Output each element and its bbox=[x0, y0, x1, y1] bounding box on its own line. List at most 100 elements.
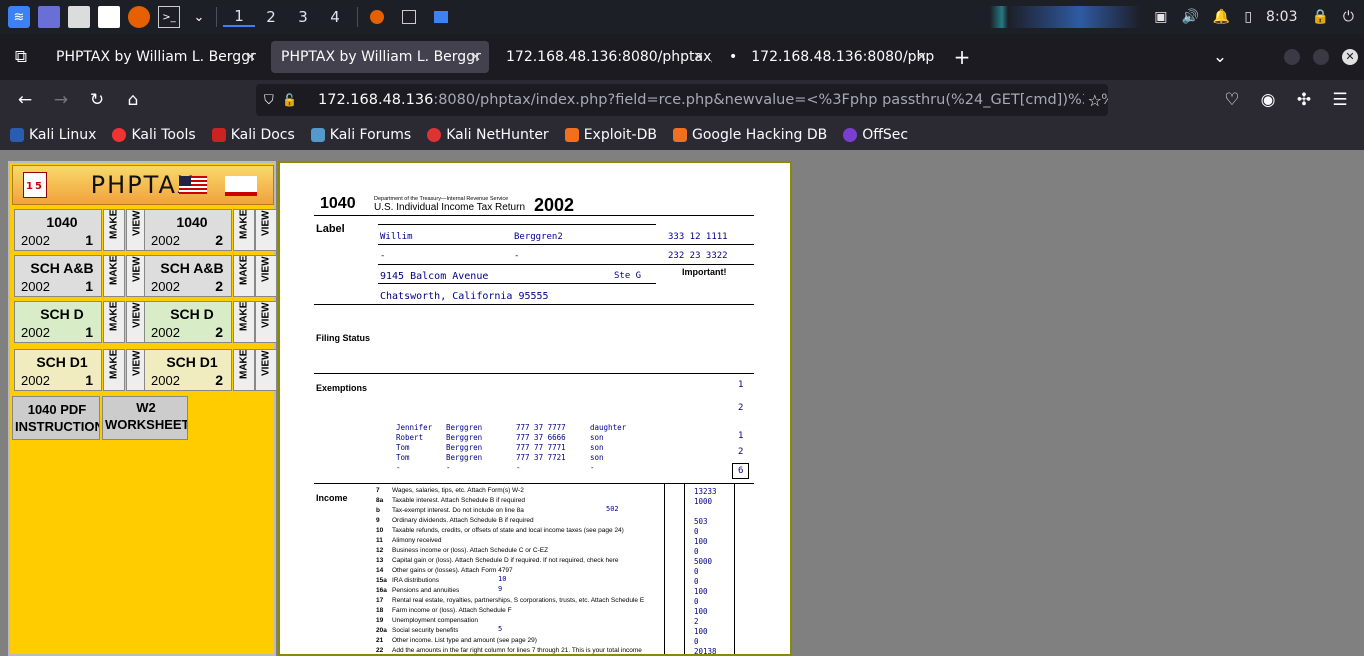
reload-button[interactable]: ↻ bbox=[82, 85, 112, 115]
files-icon[interactable] bbox=[68, 6, 90, 28]
income-line-value: 0 bbox=[694, 577, 699, 586]
workspace-4[interactable]: 4 bbox=[319, 8, 351, 26]
workspace-1[interactable]: 1 bbox=[223, 7, 255, 27]
menu-icon[interactable]: ☰ bbox=[1325, 85, 1355, 115]
make-button[interactable]: MAKE bbox=[233, 255, 255, 297]
w2-worksheet-button[interactable]: W2 WORKSHEET bbox=[102, 396, 188, 440]
clock: 8:03 bbox=[1266, 9, 1298, 25]
last-name-value: Berggren2 bbox=[514, 232, 563, 242]
app-window-icon[interactable] bbox=[434, 11, 448, 23]
url-bar[interactable]: ⛉ 🔓 172.168.48.136:8080/phptax/index.php… bbox=[256, 84, 1108, 116]
bookmark-kali-forums[interactable]: Kali Forums bbox=[310, 127, 411, 143]
display-icon[interactable]: ▣ bbox=[1154, 9, 1167, 25]
url-path: :8080/phptax/index.php?field=rce.php&new… bbox=[433, 92, 1108, 108]
terminal-window-icon[interactable] bbox=[402, 10, 416, 24]
workspace-3[interactable]: 3 bbox=[287, 8, 319, 26]
account-icon[interactable]: ◉ bbox=[1253, 85, 1283, 115]
income-line-number: 9 bbox=[376, 517, 380, 524]
income-line-label: Wages, salaries, tips, etc. Attach Form(… bbox=[392, 487, 524, 494]
forward-button[interactable]: → bbox=[46, 85, 76, 115]
bookmark-exploit-db[interactable]: Exploit-DB bbox=[564, 127, 657, 143]
bookmark-offsec[interactable]: OffSec bbox=[843, 127, 908, 143]
extensions-icon[interactable]: ✣ bbox=[1289, 85, 1319, 115]
income-line-value: 0 bbox=[694, 547, 699, 556]
new-tab-button[interactable]: + bbox=[947, 42, 977, 72]
view-button[interactable]: VIEW bbox=[255, 349, 277, 391]
make-button[interactable]: MAKE bbox=[103, 209, 125, 251]
bookmark-ghdb[interactable]: Google Hacking DB bbox=[672, 127, 827, 143]
bell-icon[interactable]: 🔔 bbox=[1213, 9, 1230, 25]
make-button[interactable]: MAKE bbox=[103, 349, 125, 391]
editor-icon[interactable] bbox=[98, 6, 120, 28]
desktop-icon[interactable] bbox=[38, 6, 60, 28]
button-number: 2 bbox=[215, 278, 223, 294]
view-button[interactable]: VIEW bbox=[255, 209, 277, 251]
tab-overview-icon[interactable]: ⧉ bbox=[6, 42, 36, 72]
bookmark-kali-nethunter[interactable]: Kali NetHunter bbox=[427, 127, 549, 143]
close-icon[interactable]: ✕ bbox=[693, 50, 704, 65]
tab-dot: • bbox=[729, 49, 738, 65]
form-1040-button-1[interactable]: 1040 2002 1 bbox=[14, 209, 102, 251]
tab-phptax-4[interactable]: • 172.168.48.136:8080/php ✕ bbox=[719, 41, 935, 73]
insecure-lock-icon[interactable]: 🔓 bbox=[282, 93, 297, 107]
tab-phptax-1[interactable]: PHPTAX by William L. Berggr ✕ bbox=[46, 41, 264, 73]
form-1040-button-2[interactable]: 1040 2002 2 bbox=[144, 209, 232, 251]
dependent-ssn: 777 77 7771 bbox=[516, 443, 566, 452]
make-button[interactable]: MAKE bbox=[103, 301, 125, 343]
list-tabs-icon[interactable]: ⌄ bbox=[1205, 42, 1235, 72]
view-button[interactable]: VIEW bbox=[255, 301, 277, 343]
bookmark-kali-docs[interactable]: Kali Docs bbox=[211, 127, 295, 143]
close-icon[interactable]: ✕ bbox=[245, 50, 256, 65]
chevron-down-icon[interactable]: ⌄ bbox=[188, 6, 210, 28]
firefox-icon[interactable] bbox=[128, 6, 150, 28]
shield-icon[interactable]: ⛉ bbox=[264, 93, 274, 108]
power-icon[interactable]: ⏻ bbox=[1343, 9, 1354, 25]
tab-phptax-3[interactable]: 172.168.48.136:8080/phptax/✕ bbox=[496, 41, 712, 73]
button-number: 2 bbox=[215, 372, 223, 388]
rule bbox=[734, 483, 735, 654]
sch-d-button-1[interactable]: SCH D 2002 1 bbox=[14, 301, 102, 343]
battery-icon[interactable]: ▯ bbox=[1244, 9, 1252, 25]
close-icon[interactable]: ✕ bbox=[916, 50, 927, 65]
maximize-button[interactable] bbox=[1313, 49, 1329, 65]
volume-icon[interactable]: 🔊 bbox=[1181, 9, 1198, 25]
bookmark-kali-tools[interactable]: Kali Tools bbox=[112, 127, 196, 143]
make-button[interactable]: MAKE bbox=[233, 209, 255, 251]
terminal-icon[interactable]: >_ bbox=[158, 6, 180, 28]
firefox-window-icon[interactable] bbox=[370, 10, 384, 24]
home-button[interactable]: ⌂ bbox=[118, 85, 148, 115]
bookmark-star-icon[interactable]: ☆ bbox=[1083, 90, 1102, 110]
spouse-ssn-value: 232 23 3322 bbox=[668, 251, 728, 261]
back-button[interactable]: ← bbox=[10, 85, 40, 115]
tab-strip: ⧉ PHPTAX by William L. Berggr ✕ PHPTAX by… bbox=[0, 34, 1364, 80]
make-button[interactable]: MAKE bbox=[103, 255, 125, 297]
pocket-icon[interactable]: ♡ bbox=[1217, 85, 1247, 115]
sch-ab-button-1[interactable]: SCH A&B 2002 1 bbox=[14, 255, 102, 297]
rule bbox=[314, 483, 754, 484]
sch-d1-button-1[interactable]: SCH D1 2002 1 bbox=[14, 349, 102, 391]
sch-d-button-2[interactable]: SCH D 2002 2 bbox=[144, 301, 232, 343]
minimize-button[interactable] bbox=[1284, 49, 1300, 65]
bookmark-kali-linux[interactable]: Kali Linux bbox=[10, 127, 96, 143]
navigation-toolbar: ← → ↻ ⌂ ⛉ 🔓 172.168.48.136:8080/phptax/i… bbox=[0, 80, 1364, 120]
close-icon[interactable]: ✕ bbox=[470, 50, 481, 65]
workspace-2[interactable]: 2 bbox=[255, 8, 287, 26]
view-button[interactable]: VIEW bbox=[255, 255, 277, 297]
rule bbox=[664, 483, 665, 654]
kali-menu-icon[interactable]: ≋ bbox=[8, 6, 30, 28]
bookmark-label: Exploit-DB bbox=[583, 127, 657, 143]
lock-icon[interactable]: 🔒 bbox=[1311, 9, 1328, 25]
dependent-ssn: - bbox=[516, 463, 521, 472]
make-button[interactable]: MAKE bbox=[233, 349, 255, 391]
income-line-number: 14 bbox=[376, 567, 384, 574]
rule bbox=[378, 283, 656, 284]
make-button[interactable]: MAKE bbox=[233, 301, 255, 343]
dependent-ssn: 777 37 7721 bbox=[516, 453, 566, 462]
income-line-value: 0 bbox=[694, 527, 699, 536]
pdf-instructions-button[interactable]: 1040 PDF INSTRUCTIONS bbox=[12, 396, 100, 440]
sch-d1-button-2[interactable]: SCH D1 2002 2 bbox=[144, 349, 232, 391]
close-window-button[interactable]: ✕ bbox=[1342, 49, 1358, 65]
tab-phptax-2[interactable]: PHPTAX by William L. Berggr ✕ bbox=[271, 41, 489, 73]
sch-ab-button-2[interactable]: SCH A&B 2002 2 bbox=[144, 255, 232, 297]
forums-icon bbox=[310, 128, 325, 142]
